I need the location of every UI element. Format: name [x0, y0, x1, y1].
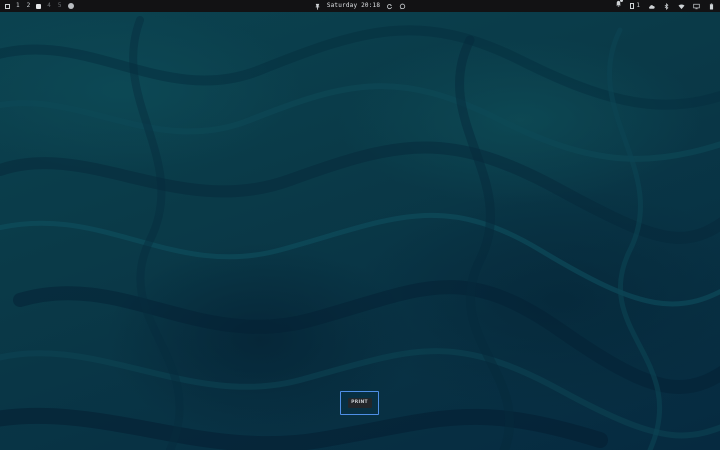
desktop-wallpaper [0, 0, 720, 450]
clipboard-count: 1 [636, 2, 640, 9]
system-tray: 1 [615, 0, 715, 12]
chat-icon[interactable] [399, 3, 406, 10]
top-panel: 1 2 4 5 Saturday 20:18 1 [0, 0, 720, 12]
cloud-icon[interactable] [648, 3, 655, 10]
clock-area: Saturday 20:18 [0, 0, 720, 12]
clipboard-indicator[interactable]: 1 [630, 0, 640, 12]
pin-icon[interactable] [314, 3, 321, 10]
notification-bell-icon[interactable] [615, 0, 624, 12]
clipboard-icon [630, 3, 635, 9]
print-button[interactable]: PRINT [347, 398, 372, 408]
display-icon[interactable] [693, 3, 700, 10]
bluetooth-icon[interactable] [663, 2, 670, 10]
wallpaper-swirls [0, 16, 720, 450]
print-focus-frame: PRINT [340, 391, 379, 415]
wifi-icon[interactable] [678, 3, 685, 10]
clock-label[interactable]: Saturday 20:18 [327, 0, 380, 12]
refresh-icon[interactable] [386, 3, 393, 10]
battery-icon[interactable] [708, 3, 715, 10]
